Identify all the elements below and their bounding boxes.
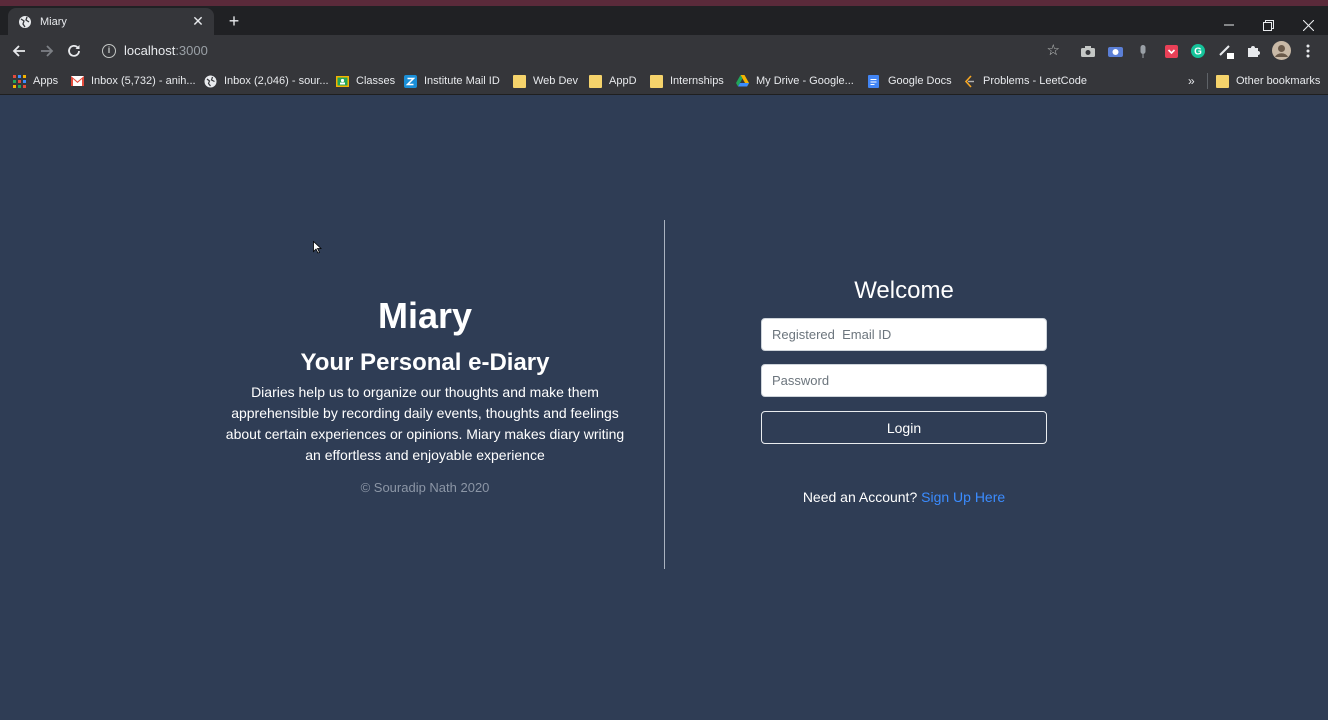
bookmark-inbox-2[interactable]: Inbox (2,046) - sour... xyxy=(204,72,329,90)
vertical-divider xyxy=(664,220,665,569)
address-bar[interactable]: i localhost:3000 ☆ xyxy=(94,38,1070,63)
description: Diaries help us to organize our thoughts… xyxy=(225,384,625,463)
drive-icon xyxy=(736,74,749,88)
bookmarks-overflow-button[interactable]: » xyxy=(1188,72,1195,90)
signup-link[interactable]: Sign Up Here xyxy=(921,489,1005,505)
extensions-puzzle-icon[interactable] xyxy=(1245,43,1261,59)
pen-extension-icon[interactable] xyxy=(1218,43,1234,59)
bookmark-label: Internships xyxy=(670,75,724,87)
copyright: © Souradip Nath 2020 xyxy=(360,480,490,495)
url-port: :3000 xyxy=(175,43,208,58)
docs-icon xyxy=(868,74,881,88)
bookmark-label: Classes xyxy=(356,75,396,87)
tab-title: Miary xyxy=(40,15,67,28)
bookmark-apps[interactable]: Apps xyxy=(13,72,58,90)
password-field[interactable] xyxy=(761,364,1047,397)
apps-grid-icon xyxy=(13,74,26,88)
bookmarks-separator xyxy=(1207,73,1208,89)
back-button[interactable] xyxy=(8,40,30,62)
arrow-left-icon xyxy=(12,45,25,57)
gmail-icon xyxy=(71,75,84,88)
bookmark-institute-mail[interactable]: Institute Mail ID xyxy=(404,72,500,90)
bookmark-google-docs[interactable]: Google Docs xyxy=(868,72,952,90)
login-button[interactable]: Login xyxy=(761,411,1047,444)
bookmark-label: Apps xyxy=(33,75,59,87)
hero-section: Miary Your Personal e-Diary Diaries help… xyxy=(225,290,625,495)
login-form: Welcome Login Need an Account? Sign Up H… xyxy=(761,275,1047,505)
bookmark-my-drive[interactable]: My Drive - Google... xyxy=(736,72,854,90)
bookmark-star-icon[interactable]: ☆ xyxy=(1047,41,1060,59)
reload-button[interactable] xyxy=(63,40,85,62)
tagline: Your Personal e-Diary xyxy=(300,349,550,376)
grammarly-extension-icon[interactable]: G xyxy=(1190,43,1206,59)
forward-button[interactable] xyxy=(36,40,58,62)
bookmark-internships[interactable]: Internships xyxy=(650,72,724,90)
close-icon xyxy=(1302,19,1314,31)
bookmark-label: Institute Mail ID xyxy=(424,75,500,87)
globe-icon xyxy=(204,75,217,88)
mouse-cursor-icon xyxy=(313,241,322,254)
bookmark-appd[interactable]: AppD xyxy=(589,72,637,90)
welcome-heading: Welcome xyxy=(854,277,954,304)
info-icon[interactable]: i xyxy=(102,43,116,58)
camera-extension-icon[interactable] xyxy=(1080,43,1096,59)
new-tab-button[interactable]: + xyxy=(224,11,244,31)
bookmark-label: Web Dev xyxy=(533,75,579,87)
signup-prompt-row: Need an Account? Sign Up Here xyxy=(761,489,1047,505)
arrow-right-icon xyxy=(41,45,54,57)
bookmark-label: Inbox (2,046) - sour... xyxy=(224,75,329,87)
tab-bar: Miary ✕ + xyxy=(0,6,1328,35)
minimize-icon xyxy=(1224,24,1234,26)
leetcode-icon xyxy=(963,74,976,88)
browser-toolbar: i localhost:3000 ☆ G xyxy=(0,35,1328,66)
bookmark-other-bookmarks[interactable]: Other bookmarks xyxy=(1216,72,1320,90)
globe-icon xyxy=(18,15,32,29)
close-tab-icon[interactable]: ✕ xyxy=(190,13,206,30)
bookmark-label: Google Docs xyxy=(888,75,952,87)
bookmark-web-dev[interactable]: Web Dev xyxy=(513,72,578,90)
url-host: localhost xyxy=(124,43,176,58)
signup-prompt: Need an Account? xyxy=(802,489,918,505)
browser-tab[interactable]: Miary ✕ xyxy=(8,8,214,35)
bookmark-leetcode[interactable]: Problems - LeetCode xyxy=(963,72,1087,90)
pocket-extension-icon[interactable] xyxy=(1163,43,1179,59)
reload-icon xyxy=(68,44,80,57)
folder-icon xyxy=(1216,74,1229,88)
bookmark-classes[interactable]: Classes xyxy=(336,72,395,90)
classroom-icon xyxy=(336,75,349,88)
bookmark-label: AppD xyxy=(609,75,637,87)
microphone-extension-icon[interactable] xyxy=(1135,43,1151,59)
bookmark-label: Inbox (5,732) - anih... xyxy=(91,75,196,87)
bookmark-label: Problems - LeetCode xyxy=(983,75,1087,87)
kebab-menu-icon[interactable] xyxy=(1300,43,1316,59)
restore-icon xyxy=(1262,19,1274,31)
bookmark-label: My Drive - Google... xyxy=(756,75,854,87)
bookmark-gmail[interactable]: Inbox (5,732) - anih... xyxy=(71,72,196,90)
zimbra-icon xyxy=(404,74,417,88)
svg-text:G: G xyxy=(1194,47,1202,58)
bookmark-label: Other bookmarks xyxy=(1236,75,1321,87)
brand-title: Miary xyxy=(377,295,473,336)
folder-icon xyxy=(513,74,526,88)
screenshot-extension-icon[interactable] xyxy=(1107,43,1123,59)
avatar[interactable] xyxy=(1272,41,1291,60)
email-field[interactable] xyxy=(761,318,1047,351)
bookmarks-bar: Apps Inbox (5,732) - anih... Inbox (2,04… xyxy=(0,66,1328,95)
folder-icon xyxy=(589,74,602,88)
folder-icon xyxy=(650,74,663,88)
